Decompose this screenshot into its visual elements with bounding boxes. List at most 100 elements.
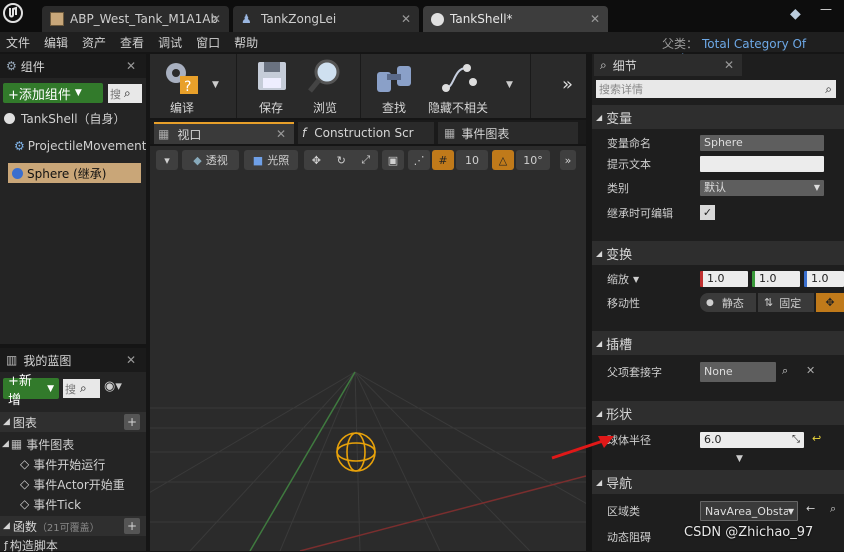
category-select[interactable]: 默认 ▼ bbox=[700, 180, 824, 196]
close-icon[interactable]: ✕ bbox=[126, 59, 136, 73]
search-placeholder: 搜 bbox=[65, 382, 76, 396]
arrow-left-icon[interactable]: ← bbox=[806, 502, 815, 515]
editable-checkbox[interactable]: ✓ bbox=[700, 205, 715, 220]
close-icon[interactable]: ✕ bbox=[276, 127, 286, 141]
drag-handle-icon[interactable]: ⤡ bbox=[792, 432, 800, 448]
clear-icon[interactable]: ✕ bbox=[806, 364, 815, 377]
viewport[interactable]: ▾ ◆ 透视 ■ 光照 ✥ ↻ ⤢ ▣ ⋰ # 10 △ 10° » bbox=[150, 146, 586, 551]
menu-window[interactable]: 窗口 bbox=[196, 34, 220, 51]
book-icon: ▥ bbox=[6, 353, 18, 367]
mobility-movable-button[interactable]: ✥ bbox=[816, 293, 844, 312]
scale-z-input[interactable]: 1.0 bbox=[804, 271, 844, 287]
variable-name-input[interactable]: Sphere bbox=[700, 135, 824, 151]
eye-icon[interactable]: ◉▾ bbox=[104, 379, 122, 394]
menu-debug[interactable]: 调试 bbox=[158, 34, 182, 51]
hide-unrelated-button[interactable]: 隐藏不相关 bbox=[426, 56, 496, 116]
compile-options-chevron[interactable]: ▼ bbox=[212, 80, 219, 90]
components-search[interactable]: 搜 ⌕ bbox=[108, 84, 142, 103]
section-transform[interactable]: ◢ 变换 bbox=[592, 241, 844, 265]
save-button[interactable]: 保存 bbox=[250, 56, 296, 116]
details-search[interactable]: 搜索详情 ⌕ bbox=[596, 80, 836, 98]
scale-x-input[interactable]: 1.0 bbox=[700, 271, 748, 287]
search-icon[interactable]: ⌕ bbox=[80, 381, 87, 396]
tab-construction-script[interactable]: f Construction Scr bbox=[298, 122, 434, 144]
add-new-button[interactable]: +新增 ▼ bbox=[3, 374, 59, 408]
grid-size-button[interactable]: 10 bbox=[456, 150, 488, 170]
minimize-button[interactable]: — bbox=[820, 2, 840, 16]
add-function-icon[interactable]: + bbox=[124, 518, 140, 534]
scale-icon[interactable]: ⤢ bbox=[361, 153, 370, 167]
find-button[interactable]: 查找 bbox=[372, 56, 418, 116]
source-control-icon[interactable]: ◆ bbox=[790, 6, 806, 22]
menu-view[interactable]: 查看 bbox=[120, 34, 144, 51]
compile-button[interactable]: ? 编译 bbox=[154, 56, 214, 116]
menu-edit[interactable]: 编辑 bbox=[44, 34, 68, 51]
tree-item-projectile-movement[interactable]: ⚙ ProjectileMovement bbox=[14, 136, 146, 156]
scale-y-input[interactable]: 1.0 bbox=[752, 271, 800, 287]
menu-file[interactable]: 文件 bbox=[6, 34, 30, 51]
tree-item-construction-script[interactable]: ƒ 构造脚本 bbox=[4, 538, 146, 552]
close-icon[interactable]: ✕ bbox=[724, 58, 734, 72]
mobility-stationary-button[interactable]: ⇅ 固定 bbox=[758, 293, 814, 312]
chevron-down-icon[interactable]: ▼ bbox=[633, 275, 639, 284]
close-icon[interactable]: ✕ bbox=[211, 12, 221, 26]
close-icon[interactable]: ✕ bbox=[590, 12, 600, 26]
mobility-static-button[interactable]: ● 静态 bbox=[700, 293, 756, 312]
close-icon[interactable]: ✕ bbox=[401, 12, 411, 26]
perspective-button[interactable]: ◆ 透视 bbox=[182, 150, 239, 170]
search-icon[interactable]: ⌕ bbox=[825, 82, 832, 97]
section-shape[interactable]: ◢ 形状 bbox=[592, 401, 844, 425]
menu-asset[interactable]: 资产 bbox=[82, 34, 106, 51]
section-variable[interactable]: ◢ 变量 bbox=[592, 105, 844, 129]
tree-item-event-begin-play[interactable]: ◇ 事件开始运行 bbox=[20, 454, 146, 474]
search-icon[interactable]: ⌕ bbox=[782, 364, 788, 378]
grid-snap-icon[interactable]: # bbox=[432, 150, 454, 170]
lit-button[interactable]: ■ 光照 bbox=[244, 150, 298, 170]
rotation-snap-icon[interactable]: △ bbox=[492, 150, 514, 170]
toolbar-overflow-icon[interactable]: » bbox=[562, 74, 573, 95]
sphere-collision-gizmo[interactable] bbox=[332, 428, 380, 476]
search-placeholder: 搜索详情 bbox=[599, 83, 643, 96]
tree-item-event-graph[interactable]: ◢ ▦ 事件图表 bbox=[0, 434, 146, 454]
section-sockets[interactable]: ◢ 插槽 bbox=[592, 331, 844, 355]
unreal-logo-icon[interactable] bbox=[2, 2, 24, 24]
close-icon[interactable]: ✕ bbox=[126, 353, 136, 367]
section-label: 变换 bbox=[606, 247, 633, 263]
advanced-expand-icon[interactable]: ▼ bbox=[736, 454, 743, 464]
search-icon[interactable]: ⌕ bbox=[124, 86, 131, 101]
add-component-button[interactable]: +添加组件 ▼ bbox=[3, 83, 103, 103]
section-navigation[interactable]: ◢ 导航 bbox=[592, 470, 844, 494]
browse-button[interactable]: 浏览 bbox=[303, 56, 349, 116]
viewport-overflow-icon[interactable]: » bbox=[560, 150, 576, 170]
tab-event-graph[interactable]: ▦ 事件图表 bbox=[438, 122, 578, 144]
sphere-radius-input[interactable]: 6.0 ⤡ bbox=[700, 432, 804, 448]
translate-icon[interactable]: ✥ bbox=[312, 154, 321, 167]
viewport-options-button[interactable]: ▾ bbox=[156, 150, 178, 170]
rotation-snap-button[interactable]: 10° bbox=[516, 150, 550, 170]
search-icon[interactable]: ⌕ bbox=[830, 502, 836, 516]
hide-unrelated-chevron[interactable]: ▼ bbox=[506, 80, 513, 90]
details-tab[interactable]: ⌕ 细节 ✕ bbox=[594, 54, 742, 76]
world-local-icon[interactable]: ▣ bbox=[382, 150, 404, 170]
reset-icon[interactable]: ↩ bbox=[812, 432, 821, 445]
tooltip-input[interactable] bbox=[700, 156, 824, 172]
parent-socket-field[interactable]: None bbox=[700, 362, 776, 382]
rotate-icon[interactable]: ↻ bbox=[337, 154, 346, 167]
tree-item-sphere[interactable]: Sphere (继承) bbox=[8, 163, 141, 183]
add-graph-icon[interactable]: + bbox=[124, 414, 140, 430]
tab-abp-west-tank[interactable]: ABP_West_Tank_M1A1Ab ✕ bbox=[42, 6, 229, 32]
surface-snap-icon[interactable]: ⋰ bbox=[408, 150, 430, 170]
tab-tank-zong-lei[interactable]: ♟ TankZongLei ✕ bbox=[233, 6, 419, 32]
blueprint-search[interactable]: 搜 ⌕ bbox=[63, 379, 100, 398]
area-class-select[interactable]: NavArea_Obsta ▼ bbox=[700, 501, 798, 521]
tab-viewport[interactable]: ▦ 视口 ✕ bbox=[154, 122, 294, 144]
tree-item-tankshell[interactable]: TankShell（自身） bbox=[0, 108, 146, 128]
search-icon: ⌕ bbox=[600, 57, 607, 72]
tab-tank-shell[interactable]: TankShell* ✕ bbox=[423, 6, 608, 32]
functions-section[interactable]: ◢ 函数 （21可覆盖） + bbox=[0, 516, 146, 536]
graphs-section[interactable]: ◢ 图表 + bbox=[0, 412, 146, 432]
tree-item-event-actor-overlap[interactable]: ◇ 事件Actor开始重 bbox=[20, 474, 146, 494]
components-panel: ⚙ 组件 ✕ +添加组件 ▼ 搜 ⌕ TankShell（自身） ⚙ Proje… bbox=[0, 54, 146, 344]
tree-item-event-tick[interactable]: ◇ 事件Tick bbox=[20, 494, 146, 514]
menu-help[interactable]: 帮助 bbox=[234, 34, 258, 51]
